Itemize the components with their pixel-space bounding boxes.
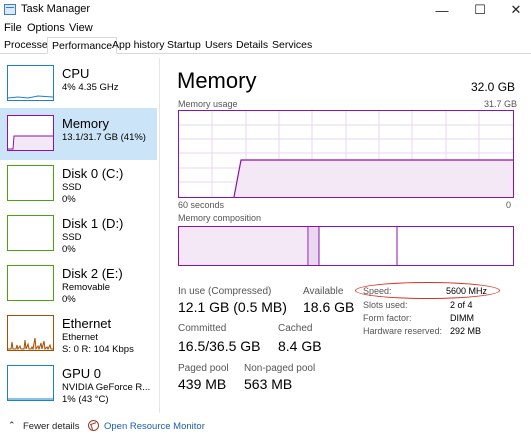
- sidebar-item-memory[interactable]: Memory 13.1/31.7 GB (41%): [0, 108, 157, 160]
- resource-monitor-icon: [88, 420, 99, 431]
- window-title: Task Manager: [21, 3, 91, 15]
- sidebar-item-usage: 1% (43 °C): [62, 394, 109, 405]
- ethernet-thumbnail-graph: [7, 315, 54, 351]
- memory-composition-label: Memory composition: [178, 213, 262, 223]
- slots-used-value: 2 of 4: [450, 300, 473, 310]
- menu-view[interactable]: View: [69, 22, 93, 34]
- open-resource-monitor-link[interactable]: Open Resource Monitor: [104, 421, 205, 432]
- memory-composition-bar: [178, 226, 514, 266]
- close-button[interactable]: ✕: [496, 0, 531, 20]
- sidebar-item-type: SSD: [62, 232, 82, 243]
- non-paged-pool-label: Non-paged pool: [244, 363, 316, 374]
- speed-value: 5600 MHz: [446, 286, 488, 296]
- memory-usage-label: Memory usage: [178, 99, 238, 109]
- total-memory: 32.0 GB: [471, 80, 516, 94]
- paged-pool-label: Paged pool: [178, 363, 229, 374]
- committed-label: Committed: [178, 323, 227, 334]
- sidebar-item-usage: 0%: [62, 294, 76, 305]
- sidebar-item-title: CPU: [62, 66, 90, 81]
- disk-thumbnail-graph: [7, 165, 54, 201]
- cached-label: Cached: [278, 323, 313, 334]
- in-use-value: 12.1 GB (0.5 MB): [178, 299, 287, 315]
- resource-sidebar: CPU 4% 4.35 GHz Memory 13.1/31.7 GB (41%…: [0, 58, 160, 413]
- menu-options[interactable]: Options: [27, 22, 65, 34]
- sidebar-item-detail: 4% 4.35 GHz: [62, 82, 119, 93]
- sidebar-item-disk-0[interactable]: Disk 0 (C:) SSD 0%: [0, 158, 157, 210]
- time-span-label: 60 seconds: [178, 200, 225, 210]
- gpu-thumbnail-graph: [7, 365, 54, 401]
- tab-details[interactable]: Details: [232, 37, 272, 54]
- menu-bar: File Options View: [0, 19, 531, 37]
- minimize-button[interactable]: —: [422, 0, 462, 20]
- sidebar-item-adapter: Ethernet: [62, 332, 98, 343]
- speed-label: Speed:: [363, 286, 392, 296]
- task-manager-icon: [4, 4, 16, 15]
- sidebar-item-type: Removable: [62, 282, 111, 293]
- disk-thumbnail-graph: [7, 215, 54, 251]
- paged-pool-value: 439 MB: [178, 376, 227, 392]
- sidebar-item-cpu[interactable]: CPU 4% 4.35 GHz: [0, 58, 157, 110]
- hardware-reserved-label: Hardware reserved:: [363, 326, 443, 336]
- sidebar-item-gpu-0[interactable]: GPU 0 NVIDIA GeForce R... 1% (43 °C): [0, 358, 157, 410]
- fewer-details-button[interactable]: Fewer details: [23, 421, 80, 432]
- tab-app-history[interactable]: App history: [108, 37, 169, 54]
- chevron-up-icon[interactable]: ⌃: [8, 420, 16, 431]
- sidebar-item-title: Disk 0 (C:): [62, 166, 124, 181]
- sidebar-item-usage: 0%: [62, 244, 76, 255]
- sidebar-item-ethernet[interactable]: Ethernet Ethernet S: 0 R: 104 Kbps: [0, 308, 157, 360]
- sidebar-item-title: Memory: [62, 116, 109, 131]
- available-label: Available: [303, 286, 344, 297]
- tab-services[interactable]: Services: [268, 37, 316, 54]
- sidebar-item-model: NVIDIA GeForce R...: [62, 382, 151, 393]
- sidebar-item-type: SSD: [62, 182, 82, 193]
- memory-usage-graph: [178, 110, 514, 198]
- in-use-label: In use (Compressed): [178, 286, 272, 297]
- form-factor-label: Form factor:: [363, 313, 412, 323]
- disk-thumbnail-graph: [7, 265, 54, 301]
- slots-used-label: Slots used:: [363, 300, 408, 310]
- sidebar-item-title: GPU 0: [62, 366, 102, 381]
- task-manager-window: Task Manager — ☐ ✕ File Options View Pro…: [0, 0, 531, 437]
- sidebar-item-throughput: S: 0 R: 104 Kbps: [62, 344, 134, 355]
- committed-value: 16.5/36.5 GB: [178, 338, 261, 354]
- form-factor-value: DIMM: [450, 313, 474, 323]
- sidebar-item-disk-2[interactable]: Disk 2 (E:) Removable 0%: [0, 258, 157, 310]
- hardware-reserved-value: 292 MB: [450, 326, 482, 336]
- graph-zero-label: 0: [506, 200, 512, 210]
- sidebar-item-disk-1[interactable]: Disk 1 (D:) SSD 0%: [0, 208, 157, 260]
- tab-startup[interactable]: Startup: [163, 37, 205, 54]
- sidebar-item-title: Ethernet: [62, 316, 112, 331]
- sidebar-item-detail: 13.1/31.7 GB (41%): [62, 132, 146, 143]
- menu-file[interactable]: File: [4, 22, 22, 34]
- memory-thumbnail-graph: [7, 115, 54, 151]
- tab-performance[interactable]: Performance: [47, 37, 118, 54]
- memory-usage-max: 31.7 GB: [484, 99, 518, 109]
- footer-bar: ⌃ Fewer details Open Resource Monitor: [0, 418, 531, 437]
- available-value: 18.6 GB: [303, 299, 355, 315]
- sidebar-item-title: Disk 2 (E:): [62, 266, 123, 281]
- non-paged-pool-value: 563 MB: [244, 376, 293, 392]
- tab-bar: Processes Performance App history Startu…: [0, 37, 531, 54]
- sidebar-item-usage: 0%: [62, 194, 76, 205]
- page-title: Memory: [177, 68, 257, 93]
- cpu-thumbnail-graph: [7, 65, 54, 101]
- title-bar: Task Manager — ☐ ✕: [0, 0, 531, 20]
- maximize-button[interactable]: ☐: [460, 0, 500, 20]
- cached-value: 8.4 GB: [278, 338, 322, 354]
- sidebar-item-title: Disk 1 (D:): [62, 216, 124, 231]
